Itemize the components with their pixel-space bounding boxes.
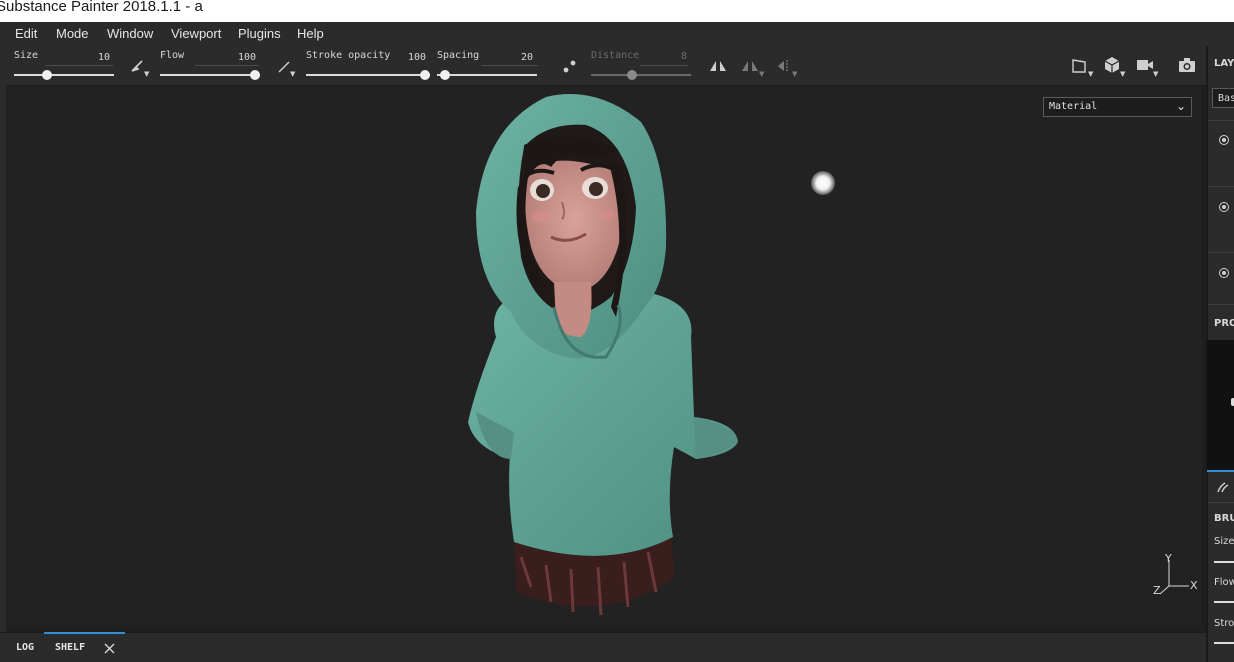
layers-dropdown[interactable]: Bas [1212, 88, 1234, 108]
stroke-opacity-label: Stroke opacity [306, 50, 391, 61]
size-label: Size [14, 50, 39, 61]
brush-toolbar: Size 10 ▼ Flow 100 ▼ Stroke opacity 100 … [0, 46, 1206, 86]
menu-edit[interactable]: Edit [15, 26, 37, 41]
chevron-down-icon[interactable]: ▼ [759, 70, 764, 78]
distance-slider-knob [627, 70, 637, 80]
brush-tool-icon[interactable] [1216, 480, 1230, 494]
spacing-label: Spacing [437, 50, 480, 61]
cube-icon[interactable] [1103, 56, 1121, 74]
chevron-down-icon[interactable]: ▼ [1153, 70, 1158, 78]
active-tab-indicator [44, 632, 125, 634]
brush-size-label: Size [1214, 536, 1234, 547]
window-title-bar: Substance Painter 2018.1.1 - a [0, 0, 1234, 22]
menu-window[interactable]: Window [107, 26, 153, 41]
close-icon[interactable] [104, 643, 115, 654]
chevron-down-icon[interactable]: ▼ [144, 70, 149, 78]
layers-panel-title: LAY [1214, 58, 1234, 69]
channel-select-value: Material [1049, 101, 1098, 112]
chevron-down-icon[interactable]: ▼ [290, 70, 295, 78]
symmetry-mode-icon[interactable] [741, 59, 759, 73]
camera-video-icon[interactable] [1136, 59, 1154, 71]
brush-preview [1207, 340, 1234, 470]
layer-visibility-toggle[interactable] [1219, 268, 1229, 278]
menu-plugins[interactable]: Plugins [238, 26, 281, 41]
chevron-down-icon[interactable]: ▼ [1088, 70, 1093, 78]
distance-value: 8 [680, 51, 687, 62]
character-model[interactable] [6, 87, 1202, 627]
size-slider-knob[interactable] [42, 70, 52, 80]
chevron-down-icon: ⌄ [1175, 99, 1186, 113]
tab-log[interactable]: LOG [16, 642, 34, 653]
layer-visibility-toggle[interactable] [1219, 202, 1229, 212]
spacing-value[interactable]: 20 [503, 52, 533, 63]
bottom-tab-bar: LOG SHELF [0, 632, 1206, 662]
flow-slider-knob[interactable] [250, 70, 260, 80]
chevron-down-icon[interactable]: ▼ [792, 70, 797, 78]
size-value[interactable]: 10 [80, 52, 110, 63]
spacing-slider-knob[interactable] [440, 70, 450, 80]
brush-alignment-icon[interactable] [130, 59, 144, 73]
axis-gizmo [1159, 560, 1189, 595]
brush-section-title: BRU [1214, 513, 1234, 524]
menu-bar: Edit Mode Window Viewport Plugins Help [0, 22, 1234, 46]
pen-pressure-icon[interactable] [277, 60, 291, 74]
layer-visibility-toggle[interactable] [1219, 135, 1229, 145]
stroke-opacity-slider-knob[interactable] [420, 70, 430, 80]
menu-viewport[interactable]: Viewport [171, 26, 221, 41]
perspective-icon[interactable] [1071, 58, 1089, 74]
axis-z-label: Z [1153, 584, 1161, 597]
size-slider-track[interactable] [14, 74, 114, 76]
distance-label: Distance [591, 50, 640, 61]
distance-slider-track [591, 74, 691, 76]
flow-value[interactable]: 100 [226, 52, 256, 63]
window-title: Substance Painter 2018.1.1 - a [0, 0, 203, 15]
tab-shelf[interactable]: SHELF [55, 642, 85, 653]
lazy-mouse-icon[interactable] [562, 58, 578, 74]
stroke-opacity-value[interactable]: 100 [396, 52, 426, 63]
spacing-slider-track[interactable] [437, 74, 537, 76]
flow-label: Flow [160, 50, 185, 61]
screenshot-camera-icon[interactable] [1178, 57, 1196, 73]
light-gizmo[interactable] [811, 171, 835, 195]
viewport-channel-select[interactable]: Material ⌄ [1043, 97, 1192, 117]
axis-x-label: X [1190, 579, 1198, 592]
symmetry-icon[interactable] [709, 59, 727, 73]
3d-viewport[interactable]: Y Z X [6, 87, 1202, 627]
axis-y-label: Y [1165, 552, 1172, 565]
stroke-opacity-slider-track[interactable] [306, 74, 430, 76]
brush-stroke-label: Stro [1214, 618, 1234, 629]
brush-flow-label: Flow [1214, 577, 1234, 588]
properties-panel-title: PRO [1214, 318, 1234, 329]
flow-slider-track[interactable] [160, 74, 260, 76]
chevron-down-icon[interactable]: ▼ [1120, 70, 1125, 78]
menu-help[interactable]: Help [297, 26, 324, 41]
menu-mode[interactable]: Mode [56, 26, 89, 41]
